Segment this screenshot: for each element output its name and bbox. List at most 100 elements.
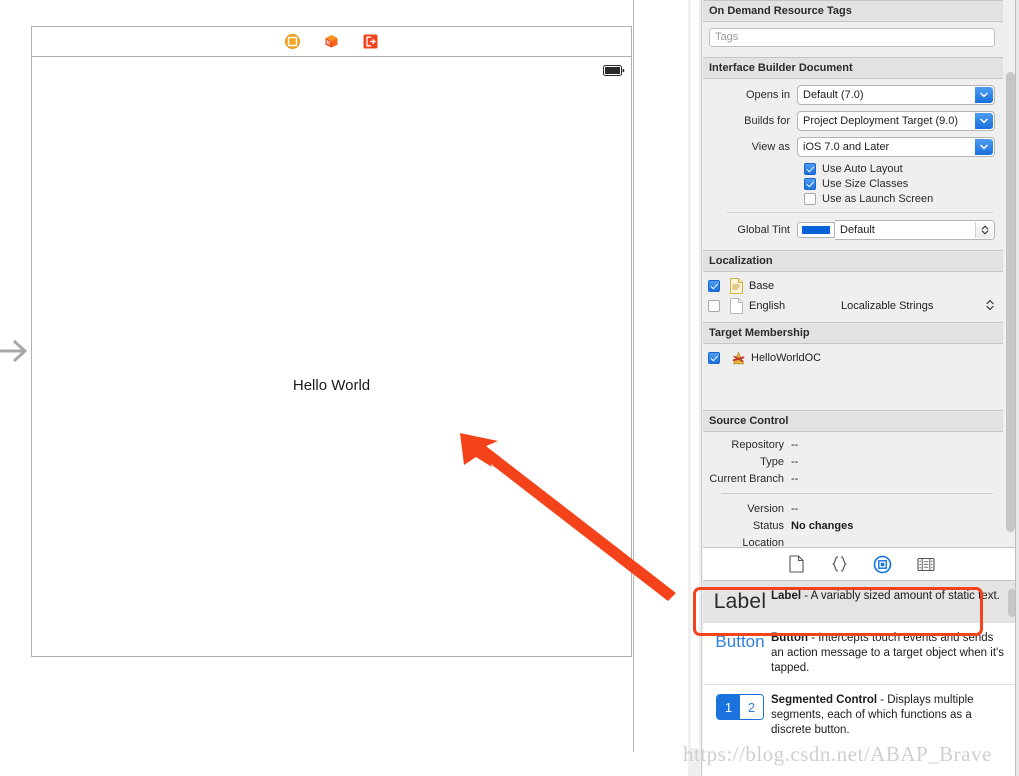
library-item-label[interactable]: Label Label - A variably sized amount of… [703,581,1019,622]
target-membership-name: HelloWorldOC [751,352,822,364]
source-control-row-version: Version -- [703,503,995,515]
use-size-classes-checkbox[interactable] [804,178,816,190]
global-tint-select[interactable]: Default [835,220,995,240]
english-localization-kind: Localizable Strings [841,300,934,312]
source-control-row-type: Type -- [703,456,995,468]
section-header-target-membership: Target Membership [703,322,1003,344]
view-as-value: iOS 7.0 and Later [803,141,890,153]
first-responder-icon[interactable] [324,34,339,49]
chevron-down-icon[interactable] [975,87,993,103]
canvas-vertical-divider [633,0,634,752]
segment-two-label: 2 [740,695,763,719]
document-blank-icon [730,298,743,314]
code-snippet-library-tab[interactable] [830,554,850,574]
section-body-on-demand: Tags [703,22,1003,57]
global-tint-color-swatch[interactable] [797,222,835,238]
file-inspector[interactable]: On Demand Resource Tags Tags Interface B… [703,0,1003,547]
value-status: No changes [791,520,854,532]
label-builds-for: Builds for [744,115,790,127]
storyboard-canvas[interactable]: Hello World [0,0,688,752]
label-opens-in: Opens in [745,89,790,101]
section-body-localization: Base English Localizable Strings [703,272,1003,322]
row-builds-for: Builds for Project Deployment Target (9.… [709,111,995,131]
segmented-control-glyph: 1 2 [716,694,764,720]
target-membership-checkbox[interactable] [708,352,720,364]
view-controller-view[interactable]: Hello World [32,57,631,656]
section-body-source-control: Repository -- Type -- Current Branch -- … [703,432,1003,547]
section-header-localization: Localization [703,250,1003,272]
section-body-ib-document: Opens in Default (7.0) Builds for Projec… [703,79,1003,250]
view-controller-icon[interactable] [285,34,300,49]
label-status: Status [752,520,784,532]
library-item-button-title: Button [771,632,809,644]
base-localization-name: Base [749,280,775,292]
localization-kind-stepper-icon[interactable] [985,298,997,314]
label-version: Version [747,503,784,515]
view-as-select[interactable]: iOS 7.0 and Later [797,137,995,157]
document-filled-icon [730,278,743,294]
object-library-list[interactable]: Label Label - A variably sized amount of… [703,581,1019,776]
view-controller-scene[interactable]: Hello World [31,26,632,657]
row-view-as: View as iOS 7.0 and Later [709,137,995,157]
opens-in-value: Default (7.0) [803,89,864,101]
use-auto-layout-label: Use Auto Layout [822,163,903,175]
panel-left-gutter [688,0,702,776]
builds-for-select[interactable]: Project Deployment Target (9.0) [797,111,995,131]
base-localization-checkbox[interactable] [708,280,720,292]
label-thumbnail-text: Label [713,590,767,613]
use-as-launch-screen-checkbox[interactable] [804,193,816,205]
panel-left-edge-strip [691,0,699,748]
label-location: Location [742,537,784,547]
section-body-target-membership: HelloWorldOC [703,344,1003,410]
target-membership-row[interactable]: HelloWorldOC [703,348,1003,368]
english-localization-checkbox[interactable] [708,300,720,312]
value-repository: -- [791,439,799,451]
opens-in-select[interactable]: Default (7.0) [797,85,995,105]
label-current-branch: Current Branch [709,473,784,485]
global-tint-value: Default [840,224,875,236]
library-item-segmented-title: Segmented Control [771,694,878,706]
checkbox-row-use-size-classes[interactable]: Use Size Classes [709,178,995,190]
chevron-down-icon[interactable] [975,113,993,129]
use-as-launch-screen-label: Use as Launch Screen [822,193,934,205]
library-item-label-body: - A variably sized amount of static text… [801,590,1000,602]
hello-world-label[interactable]: Hello World [32,377,631,394]
value-current-branch: -- [791,473,799,485]
checkbox-row-use-auto-layout[interactable]: Use Auto Layout [709,163,995,175]
storyboard-entry-point-arrow [0,338,30,364]
segment-one-label: 1 [717,695,740,719]
object-library-tab[interactable] [873,554,893,574]
scene-dock-bar[interactable] [32,27,631,57]
row-opens-in: Opens in Default (7.0) [709,85,995,105]
use-auto-layout-checkbox[interactable] [804,163,816,175]
button-thumbnail-icon: Button [709,631,771,676]
stepper-updown-icon[interactable] [975,222,993,238]
section-header-source-control: Source Control [703,410,1003,432]
library-item-label-title: Label [771,590,802,602]
localization-row-base[interactable]: Base [703,276,1003,296]
label-view-as: View as [751,141,790,153]
value-type: -- [791,456,799,468]
exit-icon[interactable] [363,34,378,49]
library-item-button[interactable]: Button Button - Intercepts touch events … [703,622,1019,684]
media-library-tab[interactable] [916,554,936,574]
source-control-row-location: Location [703,537,995,547]
divider [727,212,993,213]
localization-row-english[interactable]: English Localizable Strings [703,296,1003,316]
library-item-label-description: Label - A variably sized amount of stati… [771,589,1000,614]
inspector-scrollbar-thumb[interactable] [1006,72,1015,532]
builds-for-value: Project Deployment Target (9.0) [803,115,959,127]
chevron-down-icon[interactable] [975,139,993,155]
source-control-row-repository: Repository -- [703,439,995,451]
section-header-ib-document: Interface Builder Document [703,57,1003,79]
library-selector-bar[interactable] [703,547,1019,581]
label-thumbnail-icon: Label [709,589,771,614]
library-item-segmented-control[interactable]: 1 2 Segmented Control - Displays multipl… [703,684,1019,746]
tags-input[interactable]: Tags [709,28,995,47]
divider [721,493,993,494]
utilities-panel: On Demand Resource Tags Tags Interface B… [688,0,1019,776]
checkbox-row-use-as-launch-screen[interactable]: Use as Launch Screen [709,193,995,205]
button-thumbnail-text: Button [715,632,765,651]
library-item-button-description: Button - Intercepts touch events and sen… [771,631,1005,676]
file-template-library-tab[interactable] [787,554,807,574]
